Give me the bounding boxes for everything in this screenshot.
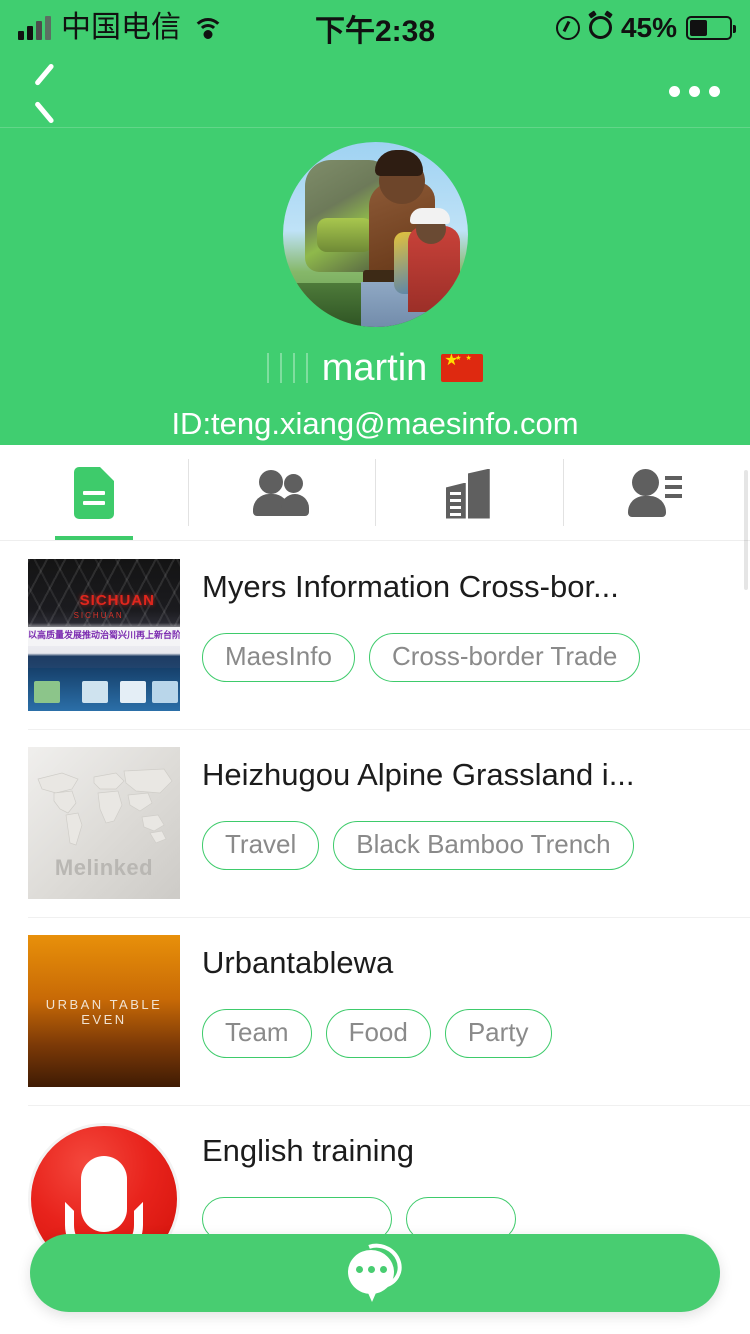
status-bar: 中国电信 下午2:38 45% xyxy=(0,0,750,55)
thumbnail-urban-table: URBAN TABLE EVEN xyxy=(28,935,180,1087)
list-item[interactable]: URBAN TABLE EVEN Urbantablewa Team Food … xyxy=(0,917,750,1105)
thumb-caption-label: URBAN TABLE EVEN xyxy=(45,997,163,1027)
tag-row: Travel Black Bamboo Trench xyxy=(202,820,750,870)
tab-company[interactable] xyxy=(375,445,563,540)
chat-button[interactable] xyxy=(30,1234,720,1312)
unrendered-glyphs-icon xyxy=(266,353,308,383)
location-icon xyxy=(555,15,580,40)
thumb-logo-label: SICHUAN xyxy=(79,592,156,610)
list-item-body: Myers Information Cross-bor... MaesInfo … xyxy=(180,559,750,711)
tag[interactable]: Travel xyxy=(202,820,320,870)
username: martin xyxy=(321,347,428,389)
contact-card-icon xyxy=(628,468,684,517)
wifi-icon xyxy=(191,16,225,40)
tab-groups[interactable] xyxy=(187,445,376,540)
cn-flag-icon xyxy=(441,350,484,382)
list-item[interactable]: Melinked Heizhugou Alpine Grassland i...… xyxy=(0,729,750,917)
tag-row: MaesInfo Cross-border Trade xyxy=(202,632,750,682)
alarm-icon xyxy=(588,16,612,39)
chat-bubble-icon xyxy=(344,1236,409,1302)
building-icon xyxy=(445,467,492,519)
thumbnail-expo-hall: SICHUAN SICHUAN 以高质量发展推动治蜀兴川再上新台阶 xyxy=(28,559,180,711)
status-bar-right: 45% xyxy=(555,11,736,44)
people-icon xyxy=(253,469,310,516)
list-item-title: Heizhugou Alpine Grassland i... xyxy=(202,757,635,792)
tab-contact[interactable] xyxy=(562,445,750,540)
tag[interactable]: Party xyxy=(444,1008,552,1058)
list-item[interactable]: SICHUAN SICHUAN 以高质量发展推动治蜀兴川再上新台阶 Myers … xyxy=(0,541,750,729)
carrier-label: 中国电信 xyxy=(61,10,181,44)
avatar[interactable] xyxy=(282,142,468,327)
thumb-watermark-label: Melinked xyxy=(54,855,154,880)
world-map-icon xyxy=(37,768,173,846)
username-row: martin xyxy=(266,347,484,389)
battery-icon xyxy=(686,15,736,40)
back-icon[interactable] xyxy=(26,67,66,115)
status-bar-left: 中国电信 xyxy=(18,10,225,44)
scrollbar[interactable] xyxy=(744,470,748,590)
thumbnail-world-map: Melinked xyxy=(28,747,180,899)
tag[interactable]: Cross-border Trade xyxy=(368,632,641,682)
document-icon xyxy=(73,466,114,519)
profile-header: martin ID:teng.xiang@maesinfo.com xyxy=(0,128,750,445)
battery-percent-label: 45% xyxy=(620,11,677,43)
tag[interactable]: MaesInfo xyxy=(202,632,355,682)
tab-bar xyxy=(0,445,750,541)
list-item-body: Urbantablewa Team Food Party xyxy=(180,935,750,1087)
tag[interactable]: Black Bamboo Trench xyxy=(333,820,634,870)
list-item-title: English training xyxy=(202,1133,414,1168)
list-item-body: Heizhugou Alpine Grassland i... Travel B… xyxy=(180,747,750,899)
nav-bar xyxy=(0,55,750,128)
signal-icon xyxy=(18,15,51,40)
more-options-icon[interactable] xyxy=(665,74,724,109)
user-id: ID:teng.xiang@maesinfo.com xyxy=(171,406,579,441)
list-item-title: Urbantablewa xyxy=(202,945,394,980)
thumb-banner-label: 以高质量发展推动治蜀兴川再上新台阶 xyxy=(28,630,180,641)
list-item-title: Myers Information Cross-bor... xyxy=(202,569,619,604)
content-list: SICHUAN SICHUAN 以高质量发展推动治蜀兴川再上新台阶 Myers … xyxy=(0,541,750,1293)
tab-documents[interactable] xyxy=(0,445,188,540)
tag-row: Team Food Party xyxy=(202,1008,750,1058)
tag[interactable]: Food xyxy=(325,1008,431,1058)
tag[interactable]: Team xyxy=(202,1008,312,1058)
